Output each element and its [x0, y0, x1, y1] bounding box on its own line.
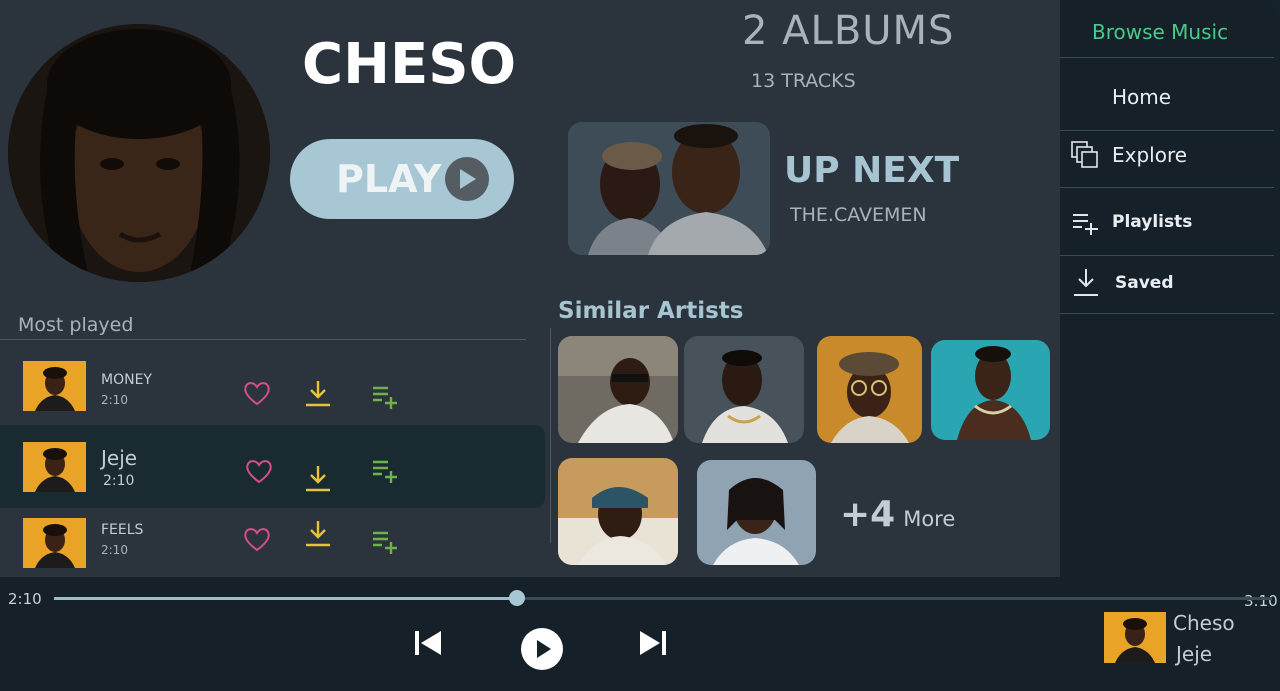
progress-handle[interactable] [508, 590, 525, 606]
up-next-artist[interactable]: THE.CAVEMEN [790, 204, 927, 226]
now-playing-track: Jeje [1176, 642, 1213, 666]
play-icon [445, 157, 490, 201]
sidebar-title: Browse Music [1092, 20, 1229, 44]
sidebar-item-label: Home [1112, 85, 1172, 109]
tracks-count: 13 TRACKS [751, 70, 856, 92]
sidebar-item-label: Saved [1115, 273, 1174, 293]
most-played-heading: Most played [18, 314, 134, 336]
heart-icon[interactable] [244, 456, 274, 486]
next-track-icon[interactable] [638, 629, 668, 661]
track-duration: 2:10 [101, 543, 128, 557]
sidebar-item-home[interactable]: Home [1062, 77, 1272, 117]
more-artists-link[interactable]: +4 More [840, 494, 955, 535]
play-button-label: PLAY [336, 157, 442, 201]
similar-artist-card[interactable] [684, 336, 804, 443]
divider [1060, 313, 1274, 314]
download-icon[interactable] [303, 518, 333, 548]
more-count: +4 [840, 494, 896, 535]
track-row-active[interactable]: Jeje 2:10 [0, 425, 545, 508]
download-icon[interactable] [303, 378, 333, 408]
play-icon [537, 640, 551, 658]
divider [1060, 130, 1274, 131]
stacked-squares-icon [1071, 141, 1099, 173]
similar-artist-card[interactable] [931, 340, 1050, 440]
now-playing-artist: Cheso [1173, 611, 1235, 635]
track-title: MONEY [101, 372, 152, 388]
similar-artist-card[interactable] [558, 336, 678, 443]
track-row[interactable]: FEELS 2:10 [0, 510, 545, 576]
progress-fill [54, 597, 517, 600]
current-time: 2:10 [8, 590, 42, 608]
playlist-add-icon [1072, 211, 1100, 241]
sidebar-item-label: Explore [1112, 143, 1188, 167]
divider [0, 339, 526, 340]
track-row[interactable]: MONEY 2:10 [0, 350, 545, 420]
sidebar-item-label: Playlists [1112, 212, 1193, 232]
sidebar-item-explore[interactable]: Explore [1062, 135, 1272, 175]
playlist-add-icon[interactable] [371, 457, 401, 487]
up-next-title: UP NEXT [784, 150, 960, 191]
similar-artists-heading: Similar Artists [558, 298, 744, 324]
download-icon [1072, 267, 1100, 301]
total-time: 3:10 [1244, 592, 1278, 610]
track-title: FEELS [101, 522, 144, 538]
divider [1060, 57, 1274, 58]
more-label: More [903, 507, 956, 531]
similar-artist-card[interactable] [558, 458, 678, 565]
heart-icon[interactable] [242, 378, 272, 408]
artist-name: CHESO [302, 32, 517, 97]
heart-icon[interactable] [242, 524, 272, 554]
similar-artist-card[interactable] [817, 336, 922, 443]
divider [550, 328, 551, 543]
now-playing-artwork[interactable] [1104, 612, 1166, 663]
track-thumbnail [23, 361, 86, 411]
track-duration: 2:10 [101, 393, 128, 407]
playlist-add-icon[interactable] [371, 383, 401, 413]
sidebar-item-playlists[interactable]: Playlists [1062, 202, 1272, 242]
albums-count: 2 ALBUMS [742, 8, 955, 54]
up-next-artwork[interactable] [568, 122, 770, 255]
playlist-add-icon[interactable] [371, 528, 401, 558]
track-thumbnail [23, 442, 86, 492]
sidebar-item-saved[interactable]: Saved [1062, 263, 1272, 303]
download-icon[interactable] [303, 463, 333, 493]
progress-bar[interactable] [54, 590, 1272, 606]
artist-photo [8, 24, 270, 282]
similar-artist-card[interactable] [697, 460, 816, 565]
previous-track-icon[interactable] [413, 629, 443, 661]
divider [1060, 255, 1274, 256]
track-title: Jeje [101, 446, 138, 470]
divider [1060, 187, 1274, 188]
track-thumbnail [23, 518, 86, 568]
play-pause-button[interactable] [521, 628, 563, 670]
track-duration: 2:10 [103, 473, 135, 489]
play-button[interactable]: PLAY [290, 139, 514, 219]
